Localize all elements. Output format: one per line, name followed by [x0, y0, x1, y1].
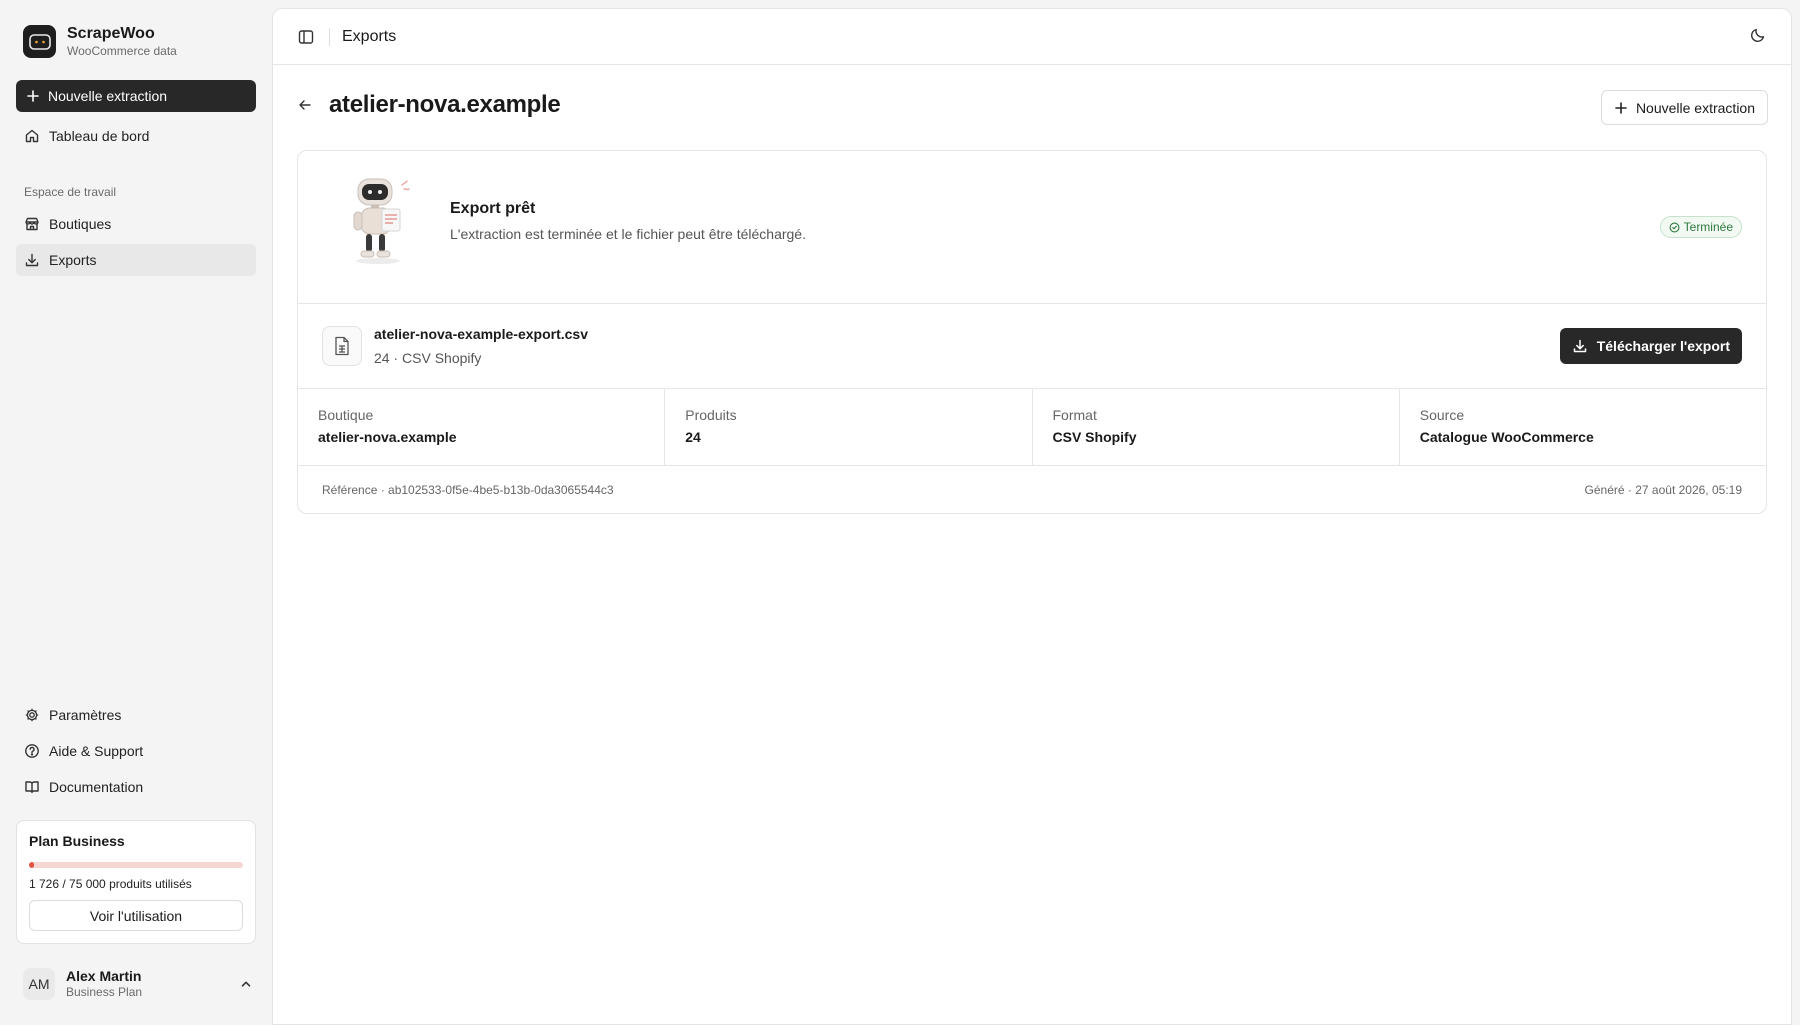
detail-value: CSV Shopify [1052, 429, 1137, 445]
plan-usage-text: 1 726 / 75 000 produits utilisés [29, 877, 192, 891]
avatar: AM [23, 968, 55, 1000]
main-panel: Exports atelier-nova.example Nouvelle ex… [272, 8, 1792, 1025]
new-extraction-button[interactable]: Nouvelle extraction [16, 80, 256, 112]
export-file-meta: 24 · CSV Shopify [374, 350, 482, 366]
export-generated-date: Généré · 27 août 2026, 05:19 [1584, 483, 1742, 497]
page-title: atelier-nova.example [329, 91, 561, 118]
home-icon [25, 129, 39, 143]
help-circle-icon [25, 744, 39, 758]
plan-title: Plan Business [29, 833, 125, 849]
sidebar-item-label: Aide & Support [49, 743, 144, 759]
book-icon [25, 781, 39, 794]
export-ready-description: L'extraction est terminée et le fichier … [450, 226, 806, 242]
store-icon [25, 217, 39, 231]
robot-illustration-icon [353, 178, 410, 264]
user-plan: Business Plan [66, 985, 143, 999]
sidebar-item-documentation[interactable]: Documentation [16, 771, 256, 803]
new-extraction-header-button[interactable]: Nouvelle extraction [1600, 90, 1768, 125]
view-usage-button[interactable]: Voir l'utilisation [29, 900, 243, 931]
usage-progress-bar [29, 862, 243, 868]
detail-label: Source [1419, 407, 1465, 423]
status-badge: Terminée [1659, 216, 1742, 238]
export-card: Export prêt L'extraction est terminée et… [297, 150, 1767, 514]
sidebar-item-dashboard[interactable]: Tableau de bord [16, 120, 256, 152]
detail-label: Format [1052, 407, 1097, 423]
plus-icon [27, 90, 39, 102]
detail-label: Produits [685, 407, 737, 423]
sidebar-item-boutiques[interactable]: Boutiques [16, 208, 256, 240]
detail-source: Source Catalogue WooCommerce [1400, 389, 1766, 465]
download-label: Télécharger l'export [1596, 338, 1730, 354]
download-export-button[interactable]: Télécharger l'export [1559, 328, 1742, 364]
moon-icon[interactable] [1749, 26, 1767, 44]
detail-value: Catalogue WooCommerce [1419, 429, 1594, 445]
status-badge-label: Terminée [1683, 220, 1733, 234]
sidebar-item-exports[interactable]: Exports [16, 244, 256, 276]
brand-name: ScrapeWoo [67, 25, 155, 42]
detail-label: Boutique [318, 407, 374, 423]
sidebar-item-label: Tableau de bord [49, 128, 150, 144]
new-extraction-label: Nouvelle extraction [48, 88, 168, 104]
export-file-row: atelier-nova-example-export.csv 24 · CSV… [298, 304, 1766, 389]
section-label: Espace de travail [24, 185, 117, 199]
topbar: Exports [273, 9, 1791, 65]
brand[interactable]: ScrapeWoo WooCommerce data [23, 24, 177, 59]
export-footer: Référence · ab102533-0f5e-4be5-b13b-0da3… [298, 466, 1766, 513]
usage-progress-fill [29, 862, 34, 868]
download-icon [1573, 339, 1586, 353]
sidebar-toggle-icon[interactable] [297, 28, 315, 46]
export-details-grid: Boutique atelier-nova.example Produits 2… [298, 389, 1766, 466]
topbar-divider [329, 27, 330, 46]
export-file-name: atelier-nova-example-export.csv [374, 326, 588, 342]
sidebar-item-label: Boutiques [49, 216, 112, 232]
plus-icon [1615, 101, 1627, 114]
export-status-section: Export prêt L'extraction est terminée et… [298, 151, 1766, 304]
sidebar-item-label: Paramètres [49, 707, 122, 723]
page-header: atelier-nova.example [297, 91, 561, 119]
robot-logo-icon [23, 25, 56, 58]
detail-produits: Produits 24 [665, 389, 1033, 465]
user-name: Alex Martin [66, 968, 142, 984]
plan-card: Plan Business 1 726 / 75 000 produits ut… [16, 820, 256, 944]
detail-boutique: Boutique atelier-nova.example [298, 389, 666, 465]
button-label: Nouvelle extraction [1635, 99, 1755, 116]
chevron-up-icon [241, 981, 251, 987]
detail-value: 24 [685, 429, 701, 445]
back-arrow-icon[interactable] [297, 97, 313, 113]
export-ready-title: Export prêt [450, 200, 536, 217]
detail-format: Format CSV Shopify [1033, 389, 1400, 465]
check-circle-icon [1669, 222, 1680, 232]
user-menu[interactable]: AM Alex Martin Business Plan [23, 968, 253, 1000]
page-breadcrumb: Exports [342, 27, 397, 45]
sidebar-item-label: Documentation [49, 779, 144, 795]
gear-icon [25, 708, 39, 722]
sidebar-item-settings[interactable]: Paramètres [16, 699, 256, 731]
sidebar-item-label: Exports [49, 252, 97, 268]
file-csv-icon [322, 326, 362, 366]
sidebar-item-help[interactable]: Aide & Support [16, 735, 256, 767]
export-reference: Référence · ab102533-0f5e-4be5-b13b-0da3… [322, 483, 614, 497]
sidebar: ScrapeWoo WooCommerce data Nouvelle extr… [0, 0, 272, 1025]
brand-subtitle: WooCommerce data [67, 44, 177, 58]
detail-value: atelier-nova.example [318, 429, 457, 445]
download-icon [25, 253, 39, 267]
